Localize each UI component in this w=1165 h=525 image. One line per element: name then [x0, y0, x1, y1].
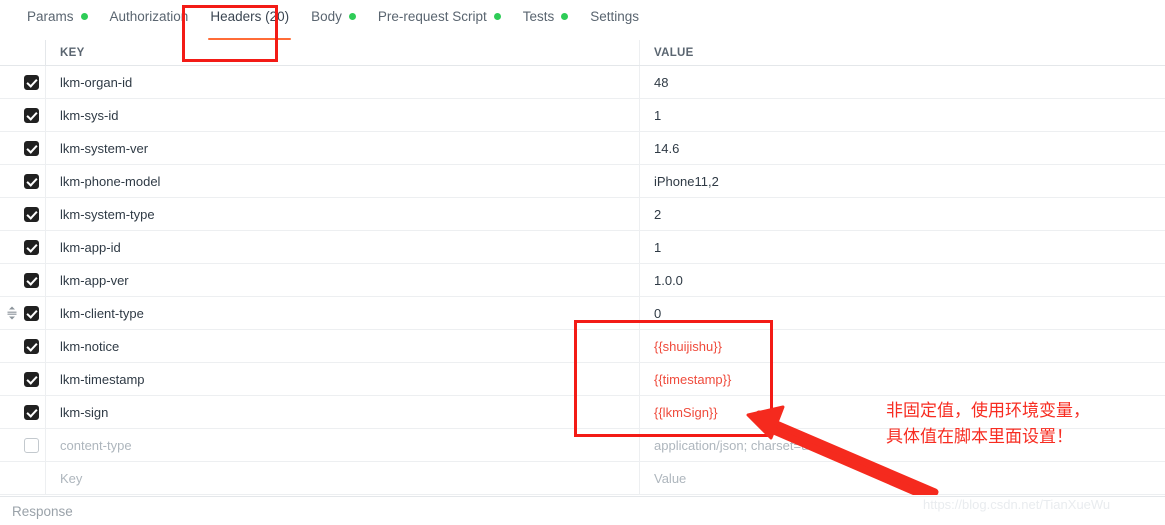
- status-dot-icon: [348, 13, 356, 20]
- table-row: lkm-sys-id 1: [0, 99, 1165, 132]
- header-key-input[interactable]: lkm-timestamp: [46, 363, 640, 395]
- row-enable-checkbox[interactable]: [24, 140, 39, 156]
- table-row: lkm-phone-model iPhone11,2: [0, 165, 1165, 198]
- tab-label: Params: [27, 8, 74, 24]
- tab-body[interactable]: Body: [300, 0, 367, 33]
- header-value-input[interactable]: {{timestamp}}: [640, 363, 1165, 395]
- row-enable-checkbox[interactable]: [24, 305, 39, 321]
- header-value-input[interactable]: 2: [640, 198, 1165, 230]
- row-gutter-cell: [0, 297, 46, 329]
- header-key-input[interactable]: content-type: [46, 429, 640, 461]
- row-gutter-cell: [0, 462, 46, 494]
- row-gutter-cell: [0, 132, 46, 164]
- tab-label: Pre-request Script: [377, 8, 487, 24]
- status-dot-icon: [80, 13, 88, 20]
- table-row: lkm-sign {{lkmSign}}: [0, 396, 1165, 429]
- drag-handle-icon[interactable]: [6, 306, 18, 320]
- column-header-key: KEY: [46, 40, 640, 65]
- header-value-input[interactable]: {{shuijishu}}: [640, 330, 1165, 362]
- table-row: lkm-system-ver 14.6: [0, 132, 1165, 165]
- table-row: lkm-app-ver 1.0.0: [0, 264, 1165, 297]
- tab-tests[interactable]: Tests: [512, 0, 580, 33]
- row-gutter-cell: [0, 330, 46, 362]
- row-gutter-cell: [0, 66, 46, 98]
- response-label: Response: [12, 503, 73, 519]
- tab-label: Settings: [590, 8, 639, 24]
- row-enable-checkbox[interactable]: [24, 239, 39, 255]
- header-value-input[interactable]: 14.6: [640, 132, 1165, 164]
- row-enable-checkbox[interactable]: [24, 107, 39, 123]
- header-key-input[interactable]: lkm-client-type: [46, 297, 640, 329]
- header-key-input[interactable]: lkm-system-ver: [46, 132, 640, 164]
- row-enable-checkbox[interactable]: [24, 371, 39, 387]
- table-row: lkm-notice {{shuijishu}}: [0, 330, 1165, 363]
- header-gutter-cell: [0, 40, 46, 65]
- headers-key-value-table: KEY VALUE lkm-organ-id 48 lkm-sys-id 1 lkm-s…: [0, 40, 1165, 495]
- row-enable-checkbox[interactable]: [24, 74, 39, 90]
- header-value-input[interactable]: 0: [640, 297, 1165, 329]
- table-row: content-type application/json; charset=ut…: [0, 429, 1165, 462]
- request-tab-bar: Params Authorization Headers (20) Body Pre-r…: [0, 0, 1165, 40]
- header-key-input[interactable]: lkm-app-id: [46, 231, 640, 263]
- header-key-input[interactable]: lkm-phone-model: [46, 165, 640, 197]
- row-gutter-cell: [0, 99, 46, 131]
- tab-label: Tests: [522, 8, 555, 24]
- header-value-input[interactable]: 1: [640, 231, 1165, 263]
- tab-authorization[interactable]: Authorization: [99, 0, 200, 33]
- header-value-input[interactable]: 1: [640, 99, 1165, 131]
- tab-label: Body: [311, 8, 342, 24]
- tab-label: Headers (20): [210, 8, 290, 24]
- row-enable-checkbox[interactable]: [24, 206, 39, 222]
- row-gutter-cell: [0, 264, 46, 296]
- row-gutter-cell: [0, 165, 46, 197]
- tab-headers-20[interactable]: Headers (20): [199, 0, 300, 40]
- table-row: lkm-app-id 1: [0, 231, 1165, 264]
- header-key-input[interactable]: lkm-notice: [46, 330, 640, 362]
- header-key-input[interactable]: Key: [46, 462, 640, 494]
- status-dot-icon: [493, 13, 501, 20]
- table-row: lkm-timestamp {{timestamp}}: [0, 363, 1165, 396]
- column-header-value: VALUE: [654, 46, 694, 59]
- tab-settings[interactable]: Settings: [579, 0, 650, 33]
- table-row: lkm-organ-id 48: [0, 66, 1165, 99]
- response-section: Response: [0, 496, 1165, 525]
- status-dot-icon: [561, 13, 569, 20]
- header-value-input[interactable]: iPhone11,2: [640, 165, 1165, 197]
- row-gutter-cell: [0, 198, 46, 230]
- header-key-input[interactable]: lkm-app-ver: [46, 264, 640, 296]
- table-header-row: KEY VALUE: [0, 40, 1165, 66]
- row-enable-checkbox[interactable]: [24, 404, 39, 420]
- header-value-input[interactable]: 1.0.0: [640, 264, 1165, 296]
- row-gutter-cell: [0, 363, 46, 395]
- row-enable-checkbox[interactable]: [24, 437, 39, 453]
- row-enable-checkbox[interactable]: [24, 272, 39, 288]
- row-enable-checkbox[interactable]: [24, 173, 39, 189]
- row-gutter-cell: [0, 429, 46, 461]
- tab-label: Authorization: [109, 8, 189, 24]
- table-row: lkm-client-type 0: [0, 297, 1165, 330]
- row-enable-checkbox[interactable]: [24, 338, 39, 354]
- header-key-input[interactable]: lkm-system-type: [46, 198, 640, 230]
- tab-params[interactable]: Params: [16, 0, 99, 33]
- header-key-input[interactable]: lkm-organ-id: [46, 66, 640, 98]
- header-key-input[interactable]: lkm-sign: [46, 396, 640, 428]
- header-value-input[interactable]: {{lkmSign}}: [640, 396, 1165, 428]
- row-gutter-cell: [0, 396, 46, 428]
- header-key-input[interactable]: lkm-sys-id: [46, 99, 640, 131]
- tab-pre-request-script[interactable]: Pre-request Script: [367, 0, 512, 33]
- table-row: lkm-system-type 2: [0, 198, 1165, 231]
- table-row: Key Value: [0, 462, 1165, 495]
- header-value-input[interactable]: 48: [640, 66, 1165, 98]
- header-value-input[interactable]: application/json; charset=utf-8: [640, 429, 1165, 461]
- row-gutter-cell: [0, 231, 46, 263]
- header-value-input[interactable]: Value: [640, 462, 1165, 494]
